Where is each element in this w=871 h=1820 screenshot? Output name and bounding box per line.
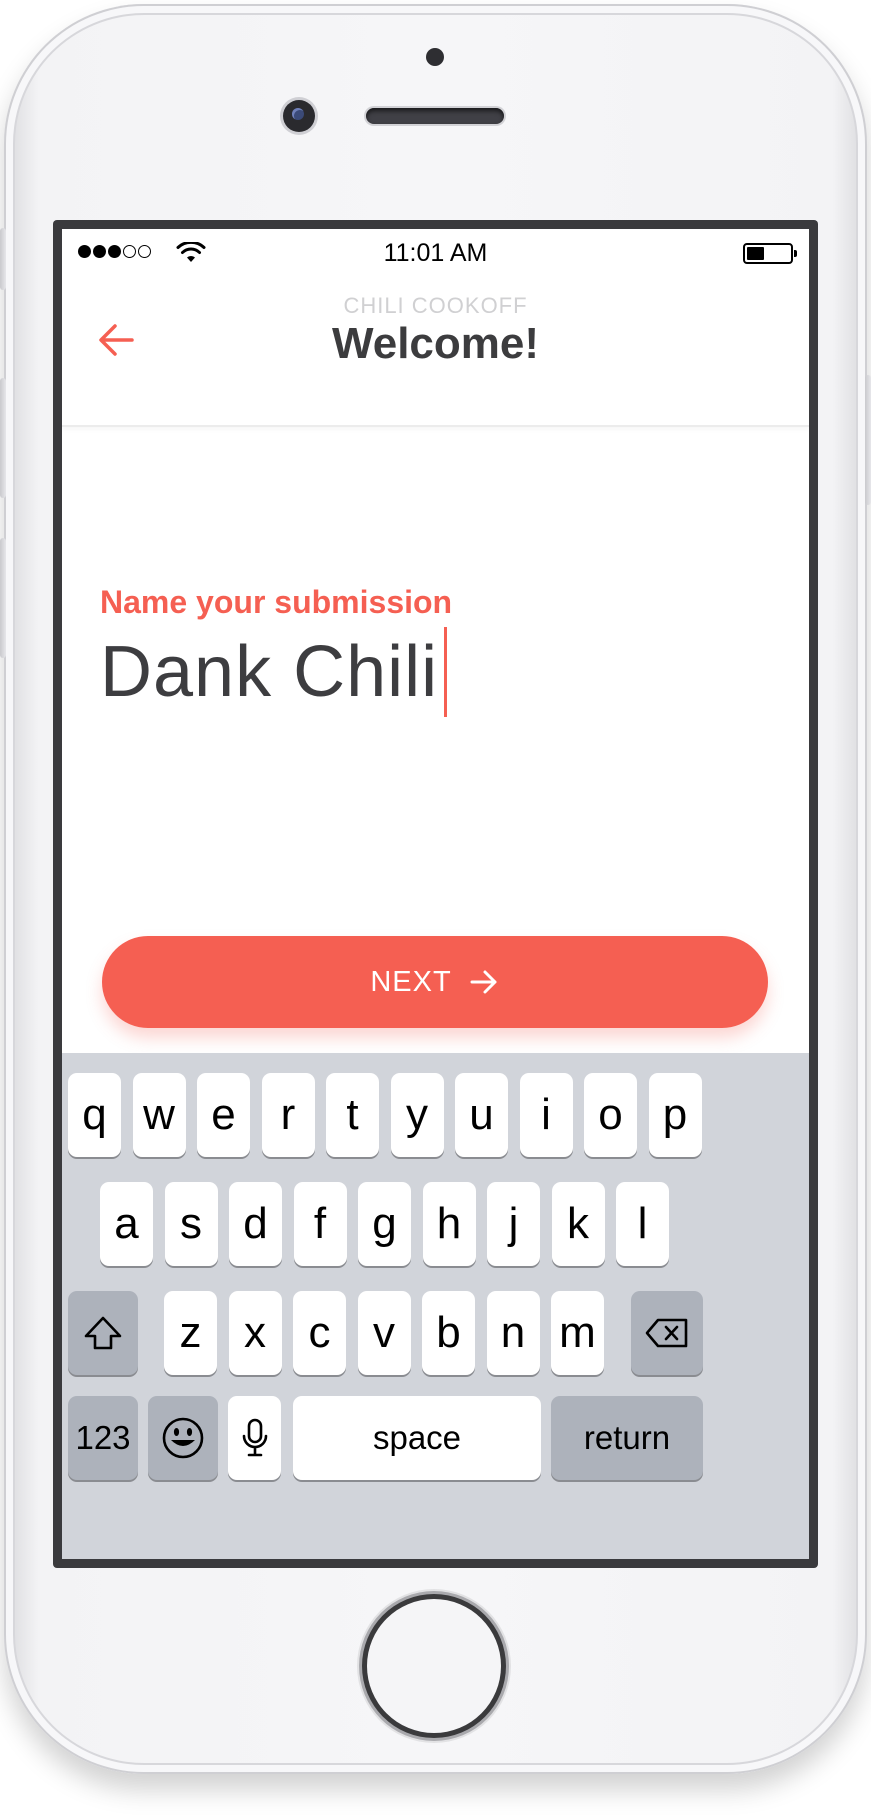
status-bar: 11:01 AM <box>62 229 809 279</box>
key-i[interactable]: i <box>519 1073 573 1157</box>
navigation-bar: CHILI COOKOFF Welcome! <box>62 279 809 427</box>
key-x[interactable]: x <box>228 1291 282 1375</box>
key-o[interactable]: o <box>584 1073 637 1157</box>
proximity-sensor <box>426 48 444 66</box>
arrow-right-icon <box>470 970 497 994</box>
key-p[interactable]: p <box>648 1073 702 1157</box>
key-u[interactable]: u <box>455 1073 508 1157</box>
earpiece-speaker <box>366 108 504 124</box>
numbers-key[interactable]: 123 <box>68 1396 138 1480</box>
key-g[interactable]: g <box>358 1182 411 1266</box>
key-v[interactable]: v <box>357 1291 411 1375</box>
key-a[interactable]: a <box>100 1182 153 1266</box>
home-button[interactable] <box>367 1599 501 1733</box>
power-button <box>865 375 871 505</box>
keyboard: 123 space return qwertyuiop asdfghjkl zxcv… <box>62 1053 809 1559</box>
key-z[interactable]: z <box>164 1291 217 1375</box>
submission-name-value: Dank Chili <box>100 632 439 712</box>
status-time: 11:01 AM <box>383 239 488 267</box>
volume-down-button <box>0 538 6 658</box>
backspace-icon <box>645 1318 688 1348</box>
return-key[interactable]: return <box>551 1396 703 1480</box>
text-cursor <box>444 627 448 717</box>
key-n[interactable]: n <box>486 1291 540 1375</box>
mute-switch <box>0 228 6 290</box>
nav-subtitle: CHILI COOKOFF <box>343 293 528 318</box>
key-f[interactable]: f <box>293 1182 347 1266</box>
next-button[interactable]: NEXT <box>102 936 768 1028</box>
front-camera <box>283 100 315 132</box>
shift-key[interactable] <box>68 1291 138 1375</box>
key-e[interactable]: e <box>197 1073 250 1157</box>
battery-icon <box>743 243 797 264</box>
key-c[interactable]: c <box>293 1291 346 1375</box>
microphone-icon <box>242 1418 267 1457</box>
app-screen: 11:01 AM CHILI COOKOFF Welcome! Name you… <box>62 229 809 1559</box>
submission-name-input[interactable]: Dank Chili <box>100 627 448 717</box>
delete-key[interactable] <box>631 1291 703 1375</box>
submission-name-label: Name your submission <box>100 584 453 620</box>
dictation-key[interactable] <box>228 1396 281 1480</box>
key-l[interactable]: l <box>616 1182 669 1266</box>
page-title: Welcome! <box>331 319 540 368</box>
key-y[interactable]: y <box>390 1073 444 1157</box>
key-h[interactable]: h <box>422 1182 476 1266</box>
key-s[interactable]: s <box>164 1182 218 1266</box>
emoji-icon <box>162 1417 204 1459</box>
emoji-key[interactable] <box>148 1396 218 1480</box>
key-w[interactable]: w <box>132 1073 186 1157</box>
key-r[interactable]: r <box>261 1073 315 1157</box>
key-j[interactable]: j <box>487 1182 540 1266</box>
next-button-label: NEXT <box>370 965 452 998</box>
volume-up-button <box>0 378 6 498</box>
key-q[interactable]: q <box>68 1073 121 1157</box>
key-k[interactable]: k <box>551 1182 605 1266</box>
key-d[interactable]: d <box>229 1182 282 1266</box>
key-t[interactable]: t <box>326 1073 379 1157</box>
key-b[interactable]: b <box>422 1291 475 1375</box>
space-key[interactable]: space <box>293 1396 541 1480</box>
shift-icon <box>84 1316 122 1350</box>
key-m[interactable]: m <box>551 1291 604 1375</box>
